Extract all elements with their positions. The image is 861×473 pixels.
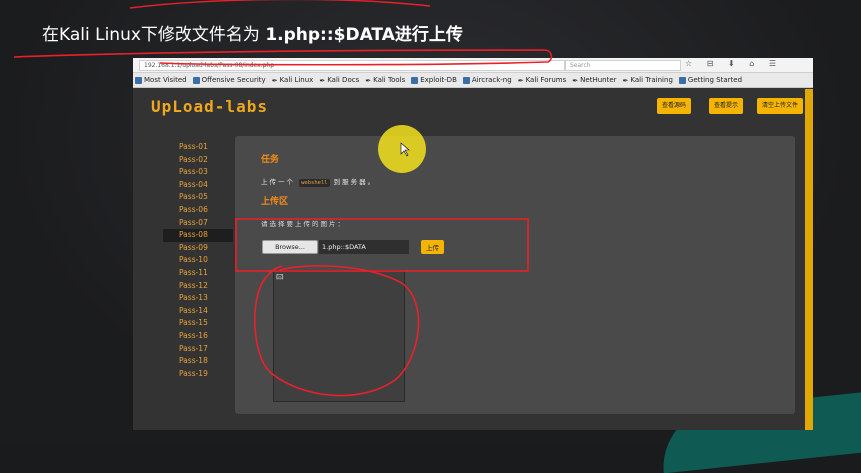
slide-caption: 在Kali Linux下修改文件名为 1.php::$DATA进行上传: [42, 20, 463, 45]
broken-image-icon: 🖾: [276, 273, 284, 281]
sidebar-item-pass[interactable]: Pass-04: [163, 179, 233, 192]
bookmark-label: Exploit-DB: [420, 76, 457, 84]
url-bar: 192.168.1.1/upload-labs/Pass-08/index.ph…: [133, 58, 813, 73]
sidebar-item-pass[interactable]: Pass-15: [163, 317, 233, 330]
task-title: 任务: [261, 155, 280, 165]
sidebar-item-pass[interactable]: Pass-08: [163, 229, 233, 242]
bookmarks-bar: Most Visited Offensive Security ✒ Kali Linu…: [133, 73, 813, 88]
firefox-icon: [678, 76, 686, 84]
pass-sidebar: Pass-01 Pass-02 Pass-03 Pass-04 Pass-05 Pass-…: [163, 141, 233, 380]
bookmark-label: Offensive Security: [201, 76, 266, 84]
view-source-button[interactable]: 查看源码: [657, 98, 692, 114]
sidebar-item-pass[interactable]: Pass-01: [163, 141, 233, 154]
sidebar-item-pass[interactable]: Pass-10: [163, 254, 233, 267]
file-name-field[interactable]: 1.php::$DATA: [319, 240, 409, 254]
task-text-before: 上传一个: [261, 178, 295, 186]
sidebar-item-pass[interactable]: Pass-07: [163, 217, 233, 230]
view-hint-button[interactable]: 查看提示: [709, 98, 744, 114]
bookmark-label: NetHunter: [580, 76, 617, 84]
bookmark-label: Kali Linux: [279, 76, 314, 84]
sidebar-item-pass[interactable]: Pass-19: [163, 368, 233, 381]
sidebar-item-pass[interactable]: Pass-13: [163, 292, 233, 305]
bookmark-item[interactable]: ✒ Kali Training: [622, 76, 673, 85]
bookmark-item[interactable]: ✒ Kali Docs: [319, 76, 360, 85]
offsec-icon: [192, 76, 200, 84]
bookmark-item[interactable]: Exploit-DB: [411, 76, 457, 84]
kali-icon: ✒: [365, 76, 372, 85]
bookmark-item[interactable]: Getting Started: [678, 76, 743, 84]
sidebar-item-pass[interactable]: Pass-09: [163, 242, 233, 255]
content-panel: 任务 上传一个 webshell 到服务器。 上传区 请选择要上传的图片： Br…: [235, 136, 795, 414]
kali-icon: ✒: [622, 76, 629, 85]
task-text-after: 到服务器。: [333, 178, 377, 186]
bookmark-label: Kali Training: [630, 76, 673, 84]
bookmark-item[interactable]: Offensive Security: [192, 76, 266, 84]
search-input[interactable]: Search: [565, 60, 681, 71]
sidebar-item-pass[interactable]: Pass-06: [163, 204, 233, 217]
bookmark-item[interactable]: ✒ NetHunter: [572, 76, 617, 85]
caption-bold: 1.php::$DATA进行上传: [265, 25, 463, 45]
bookmark-label: Getting Started: [687, 76, 743, 84]
caption-prefix: 在Kali Linux下修改文件名为: [42, 25, 266, 45]
bookmark-item[interactable]: Most Visited: [135, 76, 187, 84]
aircrack-icon: [462, 76, 470, 84]
bookmark-item[interactable]: ✒ Kali Tools: [365, 76, 406, 85]
site-logo[interactable]: UpLoad-labs: [151, 97, 268, 116]
select-label: 请选择要上传的图片：: [261, 220, 346, 228]
clear-uploads-button[interactable]: 清空上传文件: [757, 98, 804, 114]
kali-icon: ✒: [271, 76, 278, 85]
bookmark-label: Kali Docs: [327, 76, 360, 84]
browse-button[interactable]: Browse...: [262, 240, 318, 254]
sidebar-item-pass[interactable]: Pass-03: [163, 166, 233, 179]
browser-window: 192.168.1.1/upload-labs/Pass-08/index.ph…: [133, 58, 813, 430]
image-preview: 🖾: [273, 270, 405, 402]
sidebar-item-pass[interactable]: Pass-14: [163, 305, 233, 318]
firefox-icon: [135, 76, 142, 84]
kali-icon: ✒: [319, 76, 326, 85]
upload-labs-page: UpLoad-labs 查看源码 查看提示 清空上传文件 Pass-01 Pass…: [133, 89, 813, 430]
bookmark-item[interactable]: Aircrack-ng: [462, 76, 512, 84]
sidebar-item-pass[interactable]: Pass-02: [163, 154, 233, 167]
kali-icon: ✒: [572, 76, 579, 85]
bookmark-item[interactable]: ✒ Kali Forums: [517, 76, 567, 85]
task-description: 上传一个 webshell 到服务器。: [261, 176, 377, 187]
bookmark-item[interactable]: ✒ Kali Linux: [271, 76, 314, 85]
upload-button[interactable]: 上传: [421, 240, 444, 254]
bookmark-label: Kali Tools: [373, 76, 406, 84]
sidebar-item-pass[interactable]: Pass-16: [163, 330, 233, 343]
upload-title: 上传区: [261, 197, 289, 207]
task-code: webshell: [299, 179, 330, 187]
scrollbar[interactable]: [805, 89, 813, 430]
bookmark-label: Aircrack-ng: [471, 76, 512, 84]
sidebar-item-pass[interactable]: Pass-11: [163, 267, 233, 280]
sidebar-item-pass[interactable]: Pass-18: [163, 355, 233, 368]
toolbar-icons[interactable]: ☆ ⊟ ⬇ ⌂ ☰: [685, 59, 782, 68]
sidebar-item-pass[interactable]: Pass-05: [163, 191, 233, 204]
sidebar-item-pass[interactable]: Pass-17: [163, 343, 233, 356]
sidebar-item-pass[interactable]: Pass-12: [163, 280, 233, 293]
kali-icon: ✒: [517, 76, 524, 85]
exploitdb-icon: [411, 76, 419, 84]
url-input[interactable]: 192.168.1.1/upload-labs/Pass-08/index.ph…: [139, 60, 565, 71]
bookmark-label: Kali Forums: [525, 76, 567, 84]
bookmark-label: Most Visited: [144, 76, 187, 84]
